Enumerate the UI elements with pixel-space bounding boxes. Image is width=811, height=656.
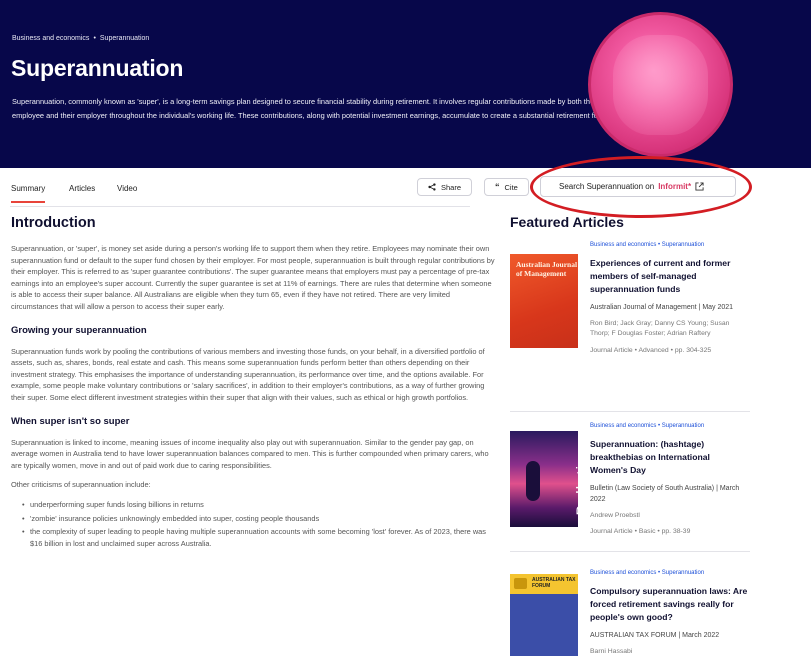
criticisms-intro: Other criticisms of superannuation inclu…	[11, 480, 151, 490]
tab-summary[interactable]: Summary	[11, 184, 46, 203]
featured-heading: Featured Articles	[510, 214, 624, 230]
informit-prefix: Search Superannuation on	[559, 182, 655, 191]
divider	[510, 411, 750, 412]
intro-paragraph: Superannuation, or 'super', is money set…	[11, 244, 495, 311]
page-title: Superannuation	[11, 55, 184, 81]
article-source: Bulletin (Law Society of South Australia…	[590, 484, 740, 503]
informit-brand: Informit*	[658, 182, 692, 191]
featured-articles: Featured Articles Australian Journal of …	[510, 214, 750, 656]
growing-heading: Growing your superannuation	[11, 324, 147, 336]
article-crumb[interactable]: Business and economics • Superannuation	[590, 570, 748, 576]
hero-description: Superannuation, commonly known as 'super…	[12, 97, 609, 120]
share-label: Share	[441, 182, 462, 192]
article-crumb[interactable]: Business and economics • Superannuation	[590, 423, 748, 429]
breadcrumb: Business and economics • Superannuation	[12, 35, 149, 42]
cite-button[interactable]: “ Cite	[484, 178, 529, 196]
quote-icon: “	[495, 182, 500, 192]
share-icon	[428, 183, 436, 191]
tabs-divider	[10, 206, 470, 207]
divider	[510, 551, 750, 552]
share-button[interactable]: Share	[417, 178, 473, 196]
article-cover-image[interactable]: AUSTRALIAN TAX FORUM	[510, 574, 578, 656]
topic-logo-icon	[588, 12, 733, 157]
list-item: the complexity of super leading to peopl…	[22, 526, 495, 549]
growing-paragraph: Superannuation funds work by pooling the…	[11, 346, 485, 402]
notsuper-heading: When super isn't so super	[11, 415, 130, 427]
tab-video[interactable]: Video	[117, 184, 137, 193]
breadcrumb-superannuation[interactable]: Superannuation	[100, 35, 149, 42]
main-content: Introduction Superannuation, or 'super',…	[11, 215, 495, 551]
list-item: 'zombie' insurance policies unknowingly …	[22, 513, 495, 525]
article-authors: Ron Bird; Jack Gray; Danny CS Young; Sus…	[590, 319, 730, 338]
article-title[interactable]: Superannuation: (hashtage) breakthebias …	[590, 438, 748, 478]
list-item: underperforming super funds losing billi…	[22, 499, 495, 511]
criticisms-list: underperforming super funds losing billi…	[11, 499, 495, 549]
cover-title: Australian Journal of Management	[516, 260, 578, 278]
external-link-icon	[695, 182, 704, 191]
article-cover-image[interactable]: Australian Journal of Management	[510, 254, 578, 348]
article-title[interactable]: Experiences of current and former member…	[590, 257, 748, 297]
article-cover-image[interactable]: Bulletin	[510, 431, 591, 527]
intro-heading: Introduction	[11, 215, 96, 231]
search-informit-button[interactable]: Search Superannuation on Informit*	[540, 176, 736, 197]
crest-icon	[514, 578, 527, 589]
article-crumb[interactable]: Business and economics • Superannuation	[590, 242, 748, 248]
article-title[interactable]: Compulsory superannuation laws: Are forc…	[590, 585, 748, 625]
article-authors: Barni Hassabi	[590, 647, 633, 655]
article-source: Australian Journal of Management | May 2…	[590, 303, 734, 311]
breadcrumb-business[interactable]: Business and economics	[12, 35, 89, 42]
tab-articles[interactable]: Articles	[69, 184, 95, 193]
article-type: Journal Article • Basic • pp. 38-39	[590, 528, 691, 536]
hero-banner: Business and economics • Superannuation …	[0, 0, 811, 168]
cover-title: AUSTRALIAN TAX FORUM	[532, 577, 576, 589]
notsuper-paragraph: Superannuation is linked to income, mean…	[11, 437, 489, 470]
breadcrumb-separator: •	[93, 35, 96, 42]
article-source: AUSTRALIAN TAX FORUM | March 2022	[590, 631, 720, 639]
article-type: Journal Article • Advanced • pp. 304-325	[590, 346, 712, 354]
article-authors: Andrew Proebstl	[590, 511, 640, 519]
cite-label: Cite	[504, 182, 518, 192]
